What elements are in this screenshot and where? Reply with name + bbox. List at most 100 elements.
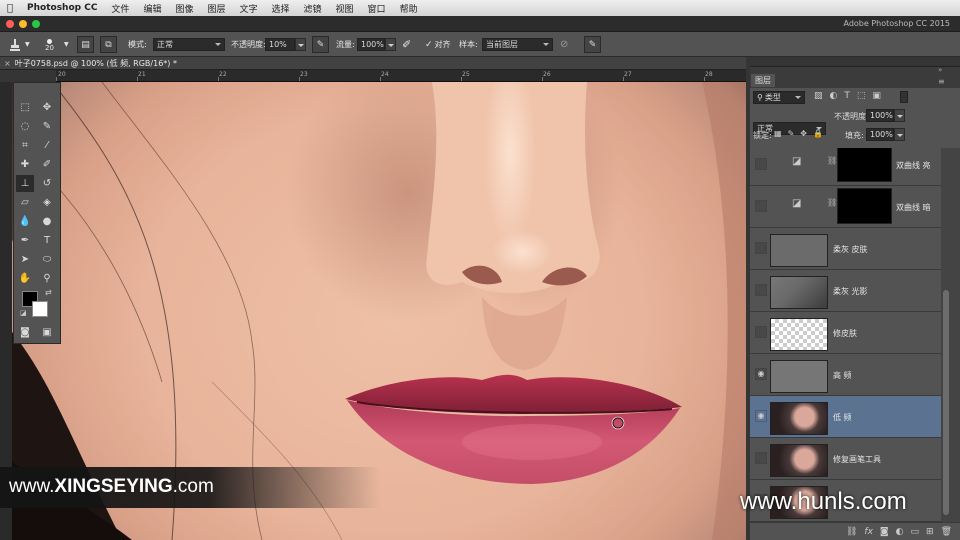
layer-opacity-input[interactable]: 100% bbox=[866, 109, 894, 122]
layer-filter-select[interactable]: ⚲ 类型 bbox=[753, 91, 805, 104]
fill-slider-toggle[interactable] bbox=[894, 128, 905, 141]
ignore-adjustment-layers-button[interactable]: ⊘ bbox=[560, 37, 568, 52]
layer-row-selected[interactable]: ◉ 低 频 bbox=[750, 396, 941, 438]
panel-collapse-icon[interactable]: » bbox=[938, 66, 942, 74]
lock-position-icon[interactable]: ✥ bbox=[800, 129, 807, 138]
move-tool-icon[interactable]: ✥ bbox=[38, 99, 56, 116]
hand-tool-icon[interactable]: ✋ bbox=[16, 270, 34, 287]
layers-scrollbar-thumb[interactable] bbox=[943, 290, 949, 515]
marquee-tool-icon[interactable]: ⬚ bbox=[16, 99, 34, 116]
lock-image-icon[interactable]: ✎ bbox=[788, 129, 795, 138]
layer-row[interactable]: 柔灰 光影 bbox=[750, 270, 941, 312]
menu-edit[interactable]: 编辑 bbox=[136, 2, 168, 15]
add-mask-icon[interactable]: ◙ bbox=[880, 527, 889, 537]
menu-help[interactable]: 帮助 bbox=[393, 2, 425, 15]
brush-size-dropdown-arrow[interactable]: ▼ bbox=[64, 37, 69, 52]
pressure-opacity-button[interactable]: ✎ bbox=[312, 36, 329, 53]
horizontal-ruler[interactable]: 20 21 22 23 24 25 26 27 28 bbox=[56, 70, 746, 82]
quick-select-tool-icon[interactable]: ✎ bbox=[38, 118, 56, 135]
brush-tool-icon[interactable]: ✐ bbox=[38, 156, 56, 173]
layers-tab[interactable]: 图层 bbox=[751, 74, 775, 87]
flow-input[interactable]: 100% bbox=[357, 38, 385, 51]
opacity-input[interactable]: 10% bbox=[265, 38, 295, 51]
default-colors-icon[interactable]: ◪ bbox=[20, 309, 27, 317]
apple-icon[interactable]:  bbox=[0, 3, 20, 14]
delete-layer-icon[interactable]: 🗑 bbox=[941, 527, 952, 537]
swap-colors-icon[interactable]: ⇄ bbox=[45, 288, 52, 297]
new-group-icon[interactable]: ▭ bbox=[911, 527, 920, 537]
opacity-slider-toggle[interactable] bbox=[295, 38, 306, 51]
screen-mode-icon[interactable]: ▣ bbox=[38, 324, 56, 341]
layer-opacity-slider-toggle[interactable] bbox=[894, 109, 905, 122]
close-document-icon[interactable]: × bbox=[4, 59, 11, 68]
blur-tool-icon[interactable]: 💧 bbox=[16, 213, 34, 230]
filter-adjustment-icon[interactable]: ◐ bbox=[830, 91, 838, 101]
layer-row[interactable]: 柔灰 皮肤 bbox=[750, 228, 941, 270]
eye-icon[interactable]: ◉ bbox=[755, 368, 767, 380]
menu-filter[interactable]: 滤镜 bbox=[297, 2, 329, 15]
filter-shape-icon[interactable]: ⬚ bbox=[857, 91, 866, 101]
quick-mask-icon[interactable]: ◙ bbox=[16, 324, 34, 341]
visibility-toggle[interactable] bbox=[755, 242, 767, 254]
zoom-window-button[interactable] bbox=[32, 20, 40, 28]
mode-select[interactable]: 正常 bbox=[153, 38, 225, 51]
layer-row[interactable]: ◪ ⛓ 双曲线 暗 bbox=[750, 186, 941, 228]
visibility-toggle[interactable] bbox=[755, 158, 767, 170]
menu-layer[interactable]: 图层 bbox=[200, 2, 232, 15]
clone-stamp-tool-icon[interactable]: ⊥ bbox=[16, 175, 34, 192]
dodge-tool-icon[interactable]: ● bbox=[38, 213, 56, 230]
eyedropper-tool-icon[interactable]: ⁄ bbox=[38, 137, 56, 154]
menu-file[interactable]: 文件 bbox=[104, 2, 136, 15]
ellipse-tool-icon[interactable]: ⬭ bbox=[38, 251, 56, 268]
filter-type-icon[interactable]: T bbox=[844, 91, 850, 101]
menu-view[interactable]: 视图 bbox=[329, 2, 361, 15]
lock-all-icon[interactable]: 🔒 bbox=[813, 129, 823, 138]
menu-type[interactable]: 文字 bbox=[232, 2, 264, 15]
visibility-toggle[interactable] bbox=[755, 200, 767, 212]
pen-tool-icon[interactable]: ✒ bbox=[16, 232, 34, 249]
minimize-window-button[interactable] bbox=[19, 20, 27, 28]
toggle-brush-panel-button[interactable]: ▤ bbox=[77, 36, 94, 53]
pressure-size-button[interactable]: ✎ bbox=[584, 36, 601, 53]
filter-toggle[interactable] bbox=[900, 91, 908, 103]
background-color-swatch[interactable] bbox=[32, 301, 48, 317]
path-select-tool-icon[interactable]: ➤ bbox=[16, 251, 34, 268]
zoom-tool-icon[interactable]: ⚲ bbox=[38, 270, 56, 287]
sample-select[interactable]: 当前图层 bbox=[482, 38, 553, 51]
healing-brush-tool-icon[interactable]: ✚ bbox=[16, 156, 34, 173]
new-layer-icon[interactable]: ⊞ bbox=[926, 527, 934, 537]
new-adjustment-layer-icon[interactable]: ◐ bbox=[896, 527, 904, 537]
layer-row[interactable]: ◪ ⛓ 双曲线 亮 bbox=[750, 148, 941, 186]
layer-row[interactable]: 修皮肤 bbox=[750, 312, 941, 354]
brush-size-picker[interactable]: 20 bbox=[45, 35, 54, 55]
paint-bucket-tool-icon[interactable]: ◈ bbox=[38, 194, 56, 211]
history-brush-tool-icon[interactable]: ↺ bbox=[38, 175, 56, 192]
type-tool-icon[interactable]: T bbox=[38, 232, 56, 249]
visibility-toggle[interactable] bbox=[755, 284, 767, 296]
airbrush-button[interactable]: ✐ bbox=[402, 37, 411, 52]
eye-icon[interactable]: ◉ bbox=[755, 410, 767, 422]
aligned-checkbox[interactable]: ✓ 对齐 bbox=[425, 37, 451, 52]
document-tab[interactable]: × 叶子0758.psd @ 100% (低 频, RGB/16*) * bbox=[0, 57, 746, 70]
tool-preset-picker[interactable]: ▼ bbox=[8, 37, 30, 52]
close-window-button[interactable] bbox=[6, 20, 14, 28]
lasso-tool-icon[interactable]: ◌ bbox=[16, 118, 34, 135]
filter-smart-object-icon[interactable]: ▣ bbox=[872, 91, 881, 101]
panel-menu-icon[interactable]: ≡ bbox=[938, 77, 945, 86]
visibility-toggle[interactable] bbox=[755, 452, 767, 464]
layer-style-icon[interactable]: fx bbox=[864, 527, 873, 537]
toggle-clone-source-button[interactable]: ⧉ bbox=[100, 36, 117, 53]
menu-app[interactable]: Photoshop CC bbox=[20, 3, 104, 13]
link-layers-icon[interactable]: ⛓ bbox=[846, 527, 857, 537]
menu-window[interactable]: 窗口 bbox=[361, 2, 393, 15]
flow-slider-toggle[interactable] bbox=[385, 38, 396, 51]
eraser-tool-icon[interactable]: ▱ bbox=[16, 194, 34, 211]
crop-tool-icon[interactable]: ⌗ bbox=[16, 137, 34, 154]
menu-image[interactable]: 图像 bbox=[168, 2, 200, 15]
lock-transparent-icon[interactable]: ▦ bbox=[774, 129, 782, 138]
visibility-toggle[interactable] bbox=[755, 326, 767, 338]
layer-row[interactable]: ◉ 高 频 bbox=[750, 354, 941, 396]
menu-select[interactable]: 选择 bbox=[265, 2, 297, 15]
fill-input[interactable]: 100% bbox=[866, 128, 894, 141]
filter-pixel-icon[interactable]: ▨ bbox=[814, 91, 823, 101]
